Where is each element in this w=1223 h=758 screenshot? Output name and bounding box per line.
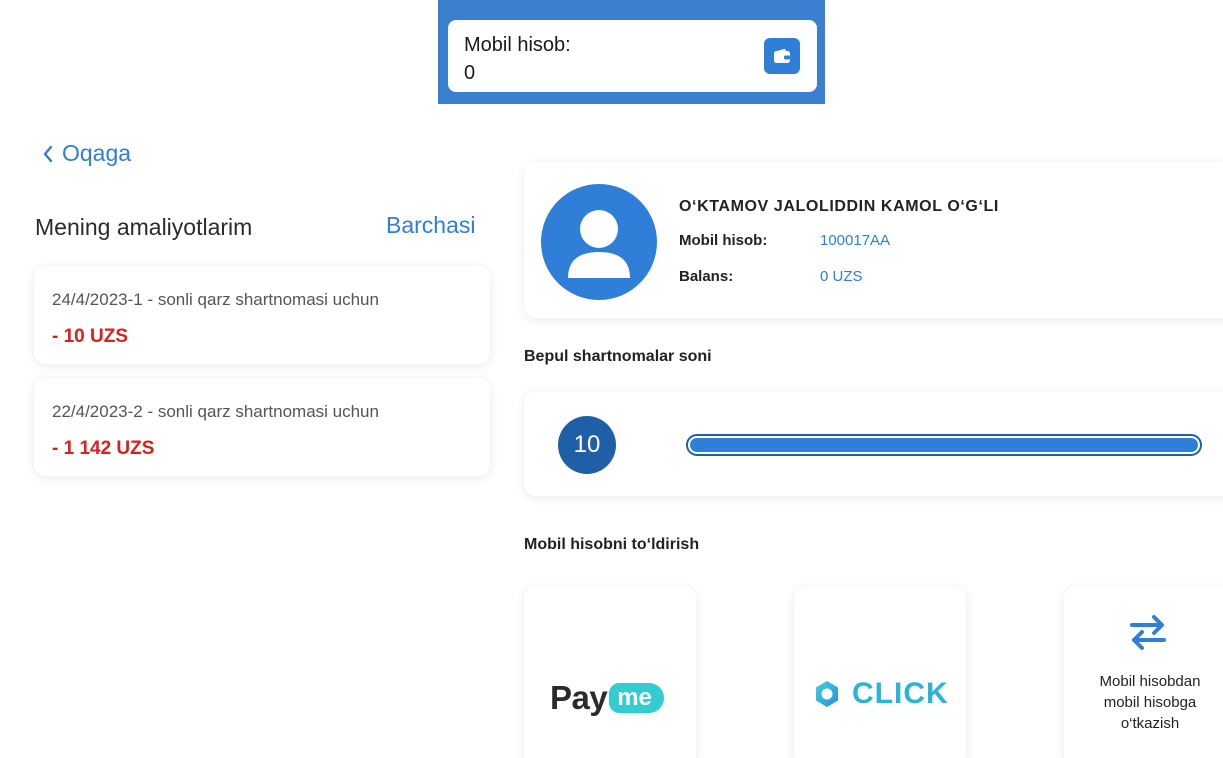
transfer-arrows-icon: [1130, 615, 1166, 650]
transfer-button[interactable]: Mobil hisobdan mobil hisobga o‘tkazish: [1064, 587, 1223, 758]
profile-card: O‘KTAMOV JALOLIDDIN KAMOL O‘G‘LI Mobil h…: [524, 162, 1223, 318]
profile-name: O‘KTAMOV JALOLIDDIN KAMOL O‘G‘LI: [679, 198, 999, 215]
mobile-account-label: Mobil hisob:: [464, 34, 571, 56]
free-contracts-card: 10: [524, 392, 1223, 496]
click-ring-icon: [816, 681, 838, 707]
chevron-left-icon: [43, 145, 53, 162]
balance-value: 0 UZS: [820, 268, 863, 285]
click-logo: CLICK: [812, 677, 949, 711]
account-number: 100017AA: [820, 232, 891, 249]
top-banner: Mobil hisob: 0: [438, 0, 825, 104]
topup-title: Mobil hisobni to‘ldirish: [524, 536, 700, 553]
transaction-amount: - 1 142 UZS: [52, 438, 155, 459]
payme-logo: Pay me: [550, 679, 664, 717]
wallet-button[interactable]: [764, 38, 800, 74]
wallet-icon: [774, 48, 790, 63]
back-link[interactable]: Oqaga: [42, 140, 131, 167]
payme-logo-pill: me: [609, 683, 664, 713]
progress-fill: [690, 438, 1198, 452]
transaction-amount: - 10 UZS: [52, 326, 129, 347]
avatar: [541, 184, 657, 300]
free-contracts-progress: [686, 434, 1202, 456]
free-contracts-title: Bepul shartnomalar soni: [524, 348, 712, 365]
mobile-account-value: 0: [464, 62, 476, 84]
view-all-link[interactable]: Barchasi: [386, 212, 475, 239]
mobile-account-card: Mobil hisob: 0: [448, 20, 817, 92]
user-icon: [568, 210, 630, 278]
payme-button[interactable]: Pay me: [524, 587, 696, 758]
transaction-description: 22/4/2023-2 - sonli qarz shartnomasi uch…: [52, 402, 379, 421]
free-contracts-count: 10: [558, 416, 616, 474]
transaction-card[interactable]: 22/4/2023-2 - sonli qarz shartnomasi uch…: [34, 378, 490, 476]
click-button[interactable]: CLICK: [794, 587, 966, 758]
transaction-description: 24/4/2023-1 - sonli qarz shartnomasi uch…: [52, 290, 379, 309]
transfer-label: Mobil hisobdan mobil hisobga o‘tkazish: [1099, 673, 1201, 732]
transaction-card[interactable]: 24/4/2023-1 - sonli qarz shartnomasi uch…: [34, 266, 490, 364]
back-label: Oqaga: [62, 140, 132, 166]
payme-logo-text: Pay: [550, 679, 608, 716]
balance-label: Balans:: [679, 268, 734, 285]
account-label: Mobil hisob:: [679, 232, 768, 249]
click-logo-text: CLICK: [852, 677, 949, 710]
operations-title: Mening amaliyotlarim: [35, 214, 253, 240]
